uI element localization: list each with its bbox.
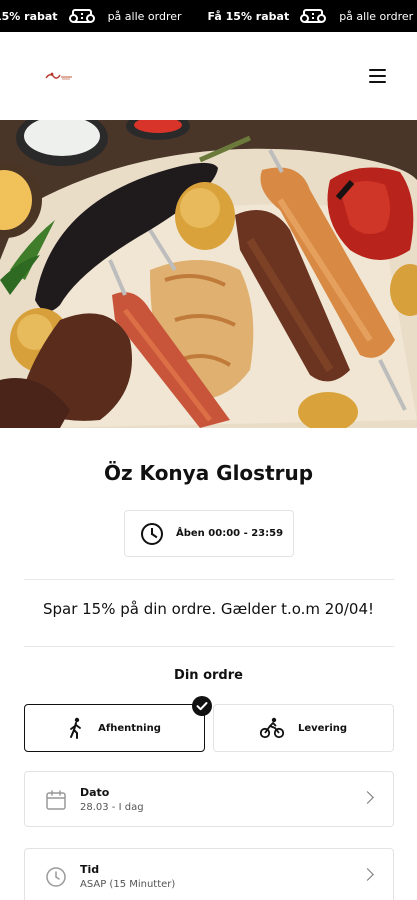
date-label: Dato	[80, 786, 110, 799]
ticket-icon	[300, 9, 327, 23]
promo-ticker: 15% rabat på alle ordrer Få 15% rabat på…	[0, 0, 417, 32]
time-selector[interactable]: Tid ASAP (15 Minutter)	[24, 848, 394, 900]
grilled-kebab-platter-photo	[0, 120, 417, 428]
ticker-item: 15% rabat på alle ordrer	[0, 9, 208, 23]
restaurant-logo[interactable]	[44, 68, 74, 82]
site-header	[0, 32, 417, 120]
hero-image	[0, 120, 417, 428]
time-value: ASAP (15 Minutter)	[80, 879, 176, 890]
ticker-orders-text: på alle ordrer	[339, 9, 414, 23]
promo-banner-text: Spar 15% på din ordre. Gælder t.o.m 20/0…	[42, 600, 375, 618]
chevron-right-icon	[361, 868, 374, 881]
restaurant-name: Öz Konya Glostrup	[103, 461, 314, 485]
oz-konya-logo-icon	[45, 72, 72, 80]
delivery-mode-label: Levering	[297, 722, 348, 734]
date-selector[interactable]: Dato 28.03 - I dag	[24, 771, 394, 827]
selected-check-icon	[192, 696, 212, 716]
walking-person-icon	[70, 717, 82, 739]
time-label: Tid	[80, 863, 100, 876]
delivery-mode-button[interactable]: Levering	[213, 704, 394, 752]
ticket-icon	[68, 9, 95, 23]
divider	[24, 646, 394, 647]
date-value: 28.03 - I dag	[80, 802, 144, 813]
opening-hours-chip: Åben 00:00 - 23:59	[124, 510, 294, 557]
clock-icon	[46, 867, 66, 887]
opening-hours-text: Åben 00:00 - 23:59	[176, 528, 284, 539]
pickup-mode-button[interactable]: Afhentning	[24, 704, 205, 752]
ticker-track: 15% rabat på alle ordrer Få 15% rabat på…	[0, 0, 417, 32]
divider	[24, 579, 394, 580]
ticker-item: Få 15% rabat på alle ordrer	[208, 9, 417, 23]
clock-icon	[141, 522, 163, 545]
order-section-heading: Din ordre	[174, 668, 243, 683]
pickup-mode-label: Afhentning	[98, 722, 161, 734]
chevron-right-icon	[361, 791, 374, 804]
calendar-icon	[46, 790, 66, 810]
ticker-discount: Få 15% rabat	[207, 9, 290, 23]
cyclist-icon	[259, 717, 284, 739]
hamburger-menu-icon[interactable]	[366, 66, 390, 86]
ticker-discount: 15% rabat	[0, 9, 58, 23]
ticker-orders-text: på alle ordrer	[107, 9, 182, 23]
